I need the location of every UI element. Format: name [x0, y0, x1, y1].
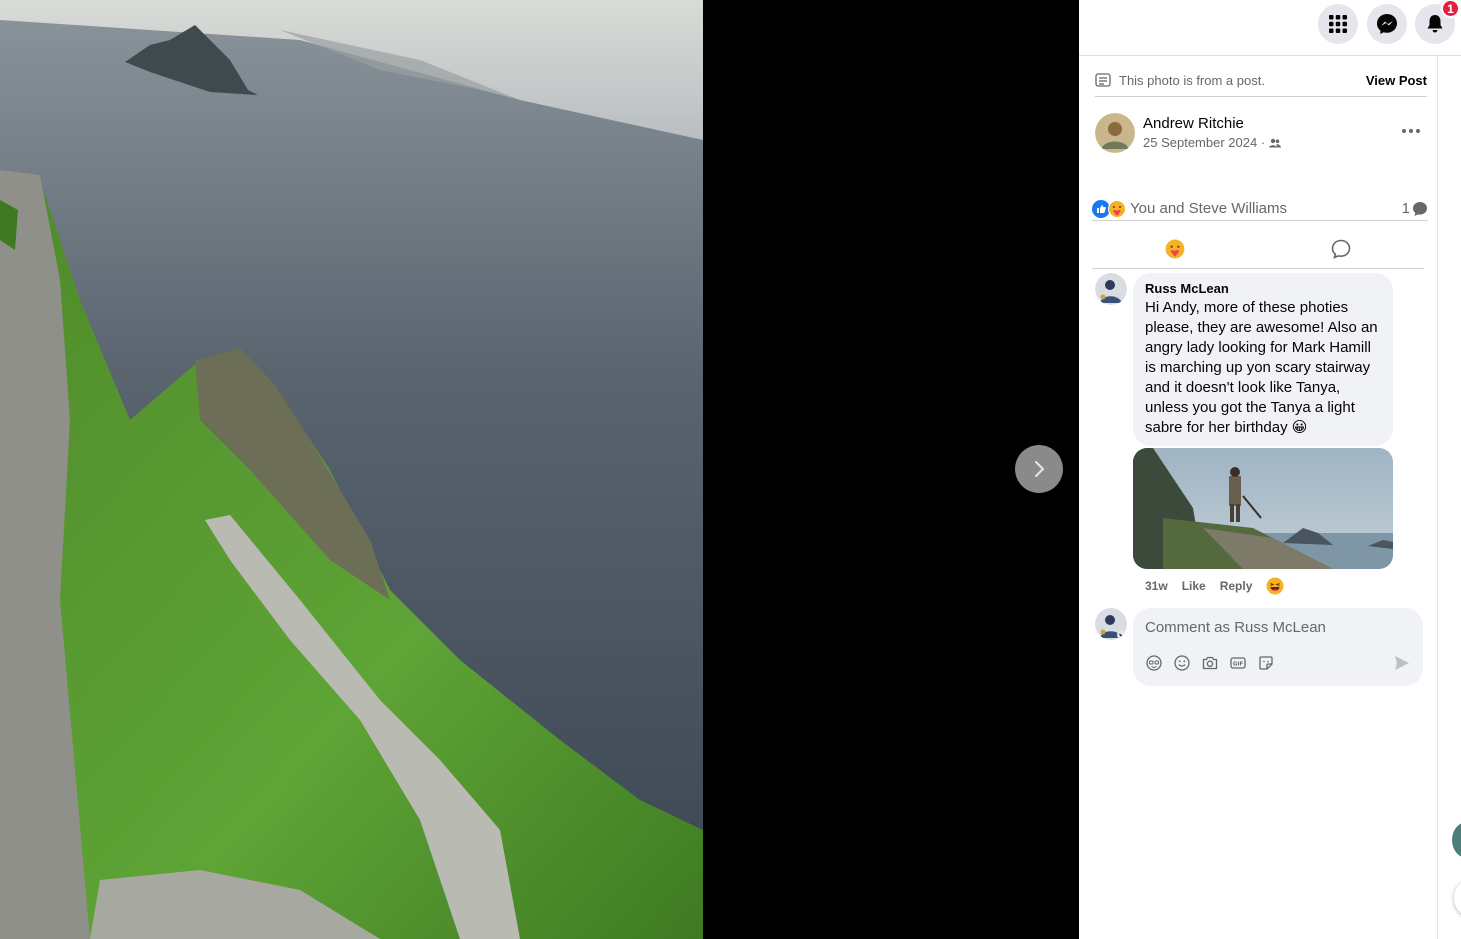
notifications-button[interactable]: 1 [1415, 0, 1460, 44]
post-actions [1092, 229, 1424, 269]
post-date-text[interactable]: 25 September 2024 · [1143, 135, 1265, 150]
post-date: 25 September 2024 · [1143, 135, 1282, 150]
comment-time[interactable]: 31w [1145, 579, 1168, 593]
emoji-button[interactable] [1173, 654, 1191, 672]
bell-icon [1427, 15, 1443, 33]
more-options-button[interactable] [1395, 119, 1427, 143]
panel-divider [1437, 56, 1438, 939]
comment-bubble: Russ McLean Hi Andy, more of these photi… [1133, 273, 1393, 446]
photo-button[interactable] [1201, 654, 1219, 672]
react-button[interactable] [1092, 229, 1258, 268]
send-icon [1395, 656, 1409, 670]
comment-count-value: 1 [1401, 200, 1410, 217]
main-photo[interactable] [0, 0, 703, 939]
comment-button[interactable] [1258, 229, 1424, 268]
notification-badge: 1 [1441, 0, 1460, 18]
grid-icon [1329, 15, 1347, 33]
avatar-sticker-icon [1146, 655, 1162, 671]
current-user-avatar[interactable] [1095, 608, 1127, 640]
comment-box: GIF [1133, 608, 1423, 686]
comment-icon [1331, 239, 1351, 259]
reactions-summary: You and Steve Williams 1 [1092, 197, 1428, 221]
comment-meta: 31w Like Reply [1145, 577, 1284, 595]
comment-count[interactable]: 1 [1402, 200, 1428, 217]
camera-icon [1202, 656, 1218, 670]
comment-text: Hi Andy, more of these photies please, t… [1145, 299, 1378, 436]
comment-input[interactable] [1145, 616, 1405, 638]
care-reaction-icon [1108, 199, 1126, 218]
menu-button[interactable] [1318, 4, 1358, 44]
chevron-right-icon [1035, 461, 1044, 477]
post-origin-text: This photo is from a post. [1119, 72, 1265, 88]
haha-reaction-icon[interactable] [1266, 577, 1284, 595]
comment-reply-button[interactable]: Reply [1220, 579, 1253, 593]
commenter-name[interactable]: Russ McLean [1145, 281, 1381, 296]
comment-like-button[interactable]: Like [1182, 579, 1206, 593]
view-post-link[interactable]: View Post [1366, 73, 1427, 88]
more-icon [1402, 129, 1420, 133]
friends-icon [1269, 138, 1282, 147]
commenter-avatar[interactable] [1095, 273, 1127, 305]
messenger-button[interactable] [1367, 4, 1407, 44]
post-author: Andrew Ritchie 25 September 2024 · [1095, 113, 1427, 155]
avatar-sticker-button[interactable] [1145, 654, 1163, 672]
post-origin-note: This photo is from a post. View Post [1095, 64, 1427, 97]
top-bar: 1 [1079, 0, 1461, 56]
sticker-icon [1259, 656, 1273, 670]
reactions-text[interactable]: You and Steve Williams [1130, 200, 1287, 217]
emoji-icon [1174, 655, 1190, 671]
sticker-button[interactable] [1257, 654, 1275, 672]
gif-icon: GIF [1230, 657, 1246, 669]
comment-tools: GIF [1145, 654, 1275, 672]
photo-viewer [0, 0, 1079, 939]
care-reaction-icon [1165, 239, 1185, 258]
svg-text:GIF: GIF [1233, 661, 1244, 667]
messenger-icon [1377, 14, 1397, 34]
send-comment-button[interactable] [1393, 654, 1411, 672]
post-sidebar: 1 This photo is from a post. View Post A… [1079, 0, 1461, 939]
reaction-icons[interactable] [1092, 199, 1126, 218]
comment-bubble-icon [1413, 201, 1427, 216]
author-avatar[interactable] [1095, 113, 1135, 153]
next-photo-button[interactable] [1015, 445, 1063, 493]
author-name[interactable]: Andrew Ritchie [1143, 115, 1244, 132]
gif-button[interactable]: GIF [1229, 654, 1247, 672]
post-icon [1095, 73, 1111, 87]
comment-gif[interactable] [1133, 448, 1393, 569]
